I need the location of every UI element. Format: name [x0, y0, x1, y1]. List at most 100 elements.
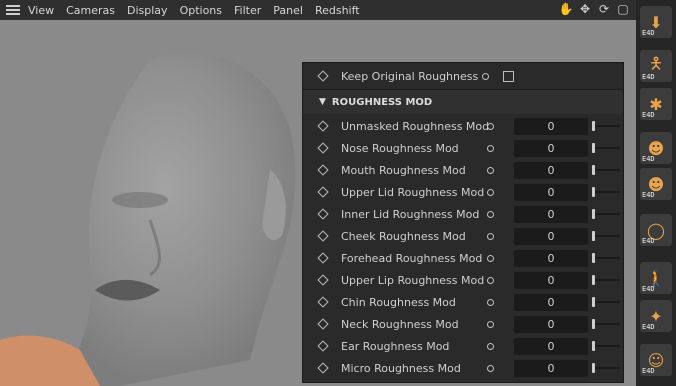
- param-slider[interactable]: [592, 363, 620, 373]
- keyframe-diamond-icon[interactable]: [317, 208, 329, 220]
- param-value-field[interactable]: 0: [514, 249, 588, 267]
- menu-options[interactable]: Options: [180, 4, 222, 17]
- animate-dot-icon[interactable]: [487, 166, 494, 174]
- face-smile-icon[interactable]: ☺ E4D: [640, 344, 672, 376]
- param-label: Upper Lip Roughness Mod: [341, 273, 485, 287]
- param-value-field[interactable]: 0: [514, 359, 588, 377]
- menubar: View Cameras Display Options Filter Pane…: [0, 0, 636, 20]
- maximize-icon[interactable]: ▢: [616, 2, 630, 16]
- param-slider[interactable]: [592, 143, 620, 153]
- viewport[interactable]: Keep Original Roughness ▼ ROUGHNESS MOD …: [0, 20, 636, 386]
- param-label: Forehead Roughness Mod: [341, 251, 483, 265]
- animate-dot-icon[interactable]: [487, 320, 494, 328]
- param-slider[interactable]: [592, 319, 620, 329]
- param-slider[interactable]: [592, 253, 620, 263]
- move-hand-icon[interactable]: ✋: [559, 2, 574, 16]
- section-header-roughness-mod[interactable]: ▼ ROUGHNESS MOD: [303, 89, 623, 114]
- animate-dot-icon[interactable]: [487, 144, 494, 152]
- animate-dot-icon[interactable]: [487, 122, 494, 130]
- param-row-unmasked: Unmasked Roughness Mod 0: [303, 115, 623, 137]
- animate-dot-icon[interactable]: [487, 298, 494, 306]
- animate-dot-icon[interactable]: [482, 72, 489, 80]
- param-label: Micro Roughness Mod: [341, 361, 461, 375]
- param-row-upper-lid: Upper Lid Roughness Mod 0: [303, 181, 623, 203]
- keyframe-diamond-icon[interactable]: [317, 186, 329, 198]
- param-label: Unmasked Roughness Mod: [341, 119, 490, 133]
- param-slider[interactable]: [592, 187, 620, 197]
- keyframe-diamond-icon[interactable]: [317, 296, 329, 308]
- ring-icon[interactable]: ◯ E4D: [640, 214, 672, 246]
- keep-original-row: Keep Original Roughness: [303, 65, 623, 87]
- menu-cameras[interactable]: Cameras: [66, 4, 115, 17]
- param-slider[interactable]: [592, 165, 620, 175]
- param-slider[interactable]: [592, 209, 620, 219]
- param-row-mouth: Mouth Roughness Mod 0: [303, 159, 623, 181]
- param-slider[interactable]: [592, 341, 620, 351]
- param-label: Chin Roughness Mod: [341, 295, 456, 309]
- move-arrows-icon[interactable]: ✥: [578, 2, 592, 16]
- param-value-field[interactable]: 0: [514, 227, 588, 245]
- viewport-nav-icons: ✋ ✥ ⟳ ▢: [559, 2, 630, 16]
- param-value-field[interactable]: 0: [514, 139, 588, 157]
- animate-dot-icon[interactable]: [487, 276, 494, 284]
- menu-display[interactable]: Display: [127, 4, 168, 17]
- animate-dot-icon[interactable]: [487, 342, 494, 350]
- keep-original-checkbox[interactable]: [503, 70, 514, 82]
- param-label: Ear Roughness Mod: [341, 339, 450, 353]
- animate-dot-icon[interactable]: [487, 364, 494, 372]
- figure-rig-icon[interactable]: ✱ E4D: [640, 88, 672, 120]
- keyframe-diamond-icon[interactable]: [317, 274, 329, 286]
- menu-filter[interactable]: Filter: [234, 4, 261, 17]
- menu-panel[interactable]: Panel: [273, 4, 303, 17]
- orbit-icon[interactable]: ⟳: [597, 2, 611, 16]
- animate-dot-icon[interactable]: [487, 254, 494, 262]
- param-row-forehead: Forehead Roughness Mod 0: [303, 247, 623, 269]
- keyframe-diamond-icon[interactable]: [317, 164, 329, 176]
- pose-icon[interactable]: ✦ E4D: [640, 300, 672, 332]
- menu-view[interactable]: View: [28, 4, 54, 17]
- param-slider[interactable]: [592, 297, 620, 307]
- keyframe-diamond-icon[interactable]: [317, 362, 329, 374]
- figure-icon[interactable]: 🯅 E4D: [640, 50, 672, 82]
- param-value-field[interactable]: 0: [514, 183, 588, 201]
- param-label: Nose Roughness Mod: [341, 141, 459, 155]
- face-mask-icon[interactable]: ☻ E4D: [640, 132, 672, 164]
- param-slider[interactable]: [592, 231, 620, 241]
- param-row-neck: Neck Roughness Mod 0: [303, 313, 623, 335]
- param-label: Upper Lid Roughness Mod: [341, 185, 485, 199]
- param-label: Mouth Roughness Mod: [341, 163, 466, 177]
- face-orange-icon[interactable]: ☻ E4D: [640, 168, 672, 200]
- section-title: ROUGHNESS MOD: [331, 96, 433, 108]
- menu-redshift[interactable]: Redshift: [315, 4, 360, 17]
- param-label: Cheek Roughness Mod: [341, 229, 466, 243]
- param-slider[interactable]: [592, 275, 620, 285]
- param-value-field[interactable]: 0: [514, 337, 588, 355]
- keyframe-diamond-icon[interactable]: [317, 252, 329, 264]
- param-row-ear: Ear Roughness Mod 0: [303, 335, 623, 357]
- param-row-upper-lip: Upper Lip Roughness Mod 0: [303, 269, 623, 291]
- menu-icon[interactable]: [6, 5, 20, 15]
- param-row-nose: Nose Roughness Mod 0: [303, 137, 623, 159]
- roughness-panel: Keep Original Roughness ▼ ROUGHNESS MOD …: [302, 62, 624, 383]
- param-value-field[interactable]: 0: [514, 205, 588, 223]
- param-value-field[interactable]: 0: [514, 161, 588, 179]
- param-row-inner-lid: Inner Lid Roughness Mod 0: [303, 203, 623, 225]
- keyframe-diamond-icon[interactable]: [317, 70, 329, 82]
- keyframe-diamond-icon[interactable]: [317, 230, 329, 242]
- param-value-field[interactable]: 0: [514, 117, 588, 135]
- download-icon[interactable]: ⬇ E4D: [640, 6, 672, 38]
- keyframe-diamond-icon[interactable]: [317, 142, 329, 154]
- animate-dot-icon[interactable]: [487, 232, 494, 240]
- param-value-field[interactable]: 0: [514, 315, 588, 333]
- param-row-cheek: Cheek Roughness Mod 0: [303, 225, 623, 247]
- keyframe-diamond-icon[interactable]: [317, 120, 329, 132]
- param-value-field[interactable]: 0: [514, 271, 588, 289]
- param-label: Neck Roughness Mod: [341, 317, 459, 331]
- animate-dot-icon[interactable]: [487, 210, 494, 218]
- param-slider[interactable]: [592, 121, 620, 131]
- animate-dot-icon[interactable]: [487, 188, 494, 196]
- keyframe-diamond-icon[interactable]: [317, 318, 329, 330]
- param-value-field[interactable]: 0: [514, 293, 588, 311]
- walk-icon[interactable]: 🚶 E4D: [640, 262, 672, 294]
- keyframe-diamond-icon[interactable]: [317, 340, 329, 352]
